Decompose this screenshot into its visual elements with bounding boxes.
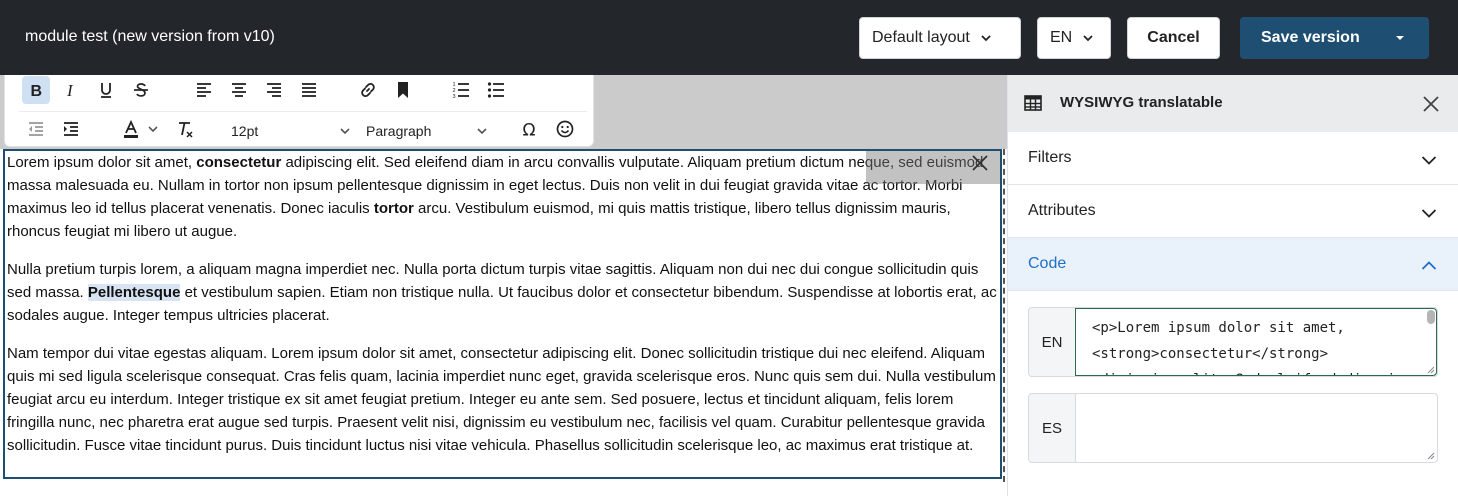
- special-character-button[interactable]: Ω: [516, 115, 544, 143]
- svg-text:I: I: [66, 81, 74, 100]
- paragraph-2: Nulla pretium turpis lorem, a aliquam ma…: [5, 258, 1000, 327]
- chevron-down-icon: [1083, 35, 1093, 42]
- textarea-scrollbar[interactable]: [1427, 310, 1435, 324]
- numbered-list-icon: 123: [453, 82, 469, 100]
- bullet-list-button[interactable]: [482, 76, 510, 104]
- table-icon: [1024, 95, 1042, 111]
- align-justify-icon: [302, 83, 316, 97]
- language-code: EN: [1041, 333, 1063, 351]
- block-format-value: Paragraph: [366, 123, 432, 139]
- chevron-up-icon: [1421, 261, 1437, 270]
- align-center-button[interactable]: [225, 76, 253, 104]
- chevron-down-icon: [148, 126, 158, 133]
- top-bar: module test (new version from v10) Defau…: [0, 0, 1458, 75]
- layout-select[interactable]: Default layout: [859, 17, 1021, 59]
- omega-icon: Ω: [523, 121, 536, 140]
- language-select-label: EN: [1050, 29, 1073, 46]
- font-size-select[interactable]: 12pt: [225, 117, 355, 145]
- chevron-down-icon: [1421, 209, 1437, 218]
- editor-toolbar: B I 123 12pt Paragraph Ω: [4, 75, 594, 147]
- numbered-list-button[interactable]: 123: [447, 76, 475, 104]
- outdent-icon: [29, 122, 43, 136]
- component-outline: [1003, 149, 1005, 482]
- text-color-button[interactable]: [117, 115, 145, 143]
- italic-button[interactable]: I: [57, 76, 85, 104]
- accordion-filters[interactable]: Filters: [1008, 132, 1458, 185]
- accordion-attributes[interactable]: Attributes: [1008, 185, 1458, 238]
- align-center-icon: [232, 83, 246, 97]
- text-run: Lorem ipsum dolor sit amet,: [7, 154, 197, 171]
- bullet-list-icon: [487, 82, 504, 98]
- close-icon[interactable]: [1421, 94, 1441, 114]
- save-version-button[interactable]: Save version: [1240, 17, 1429, 59]
- layout-select-label: Default layout: [872, 29, 970, 46]
- accordion-label: Attributes: [1028, 202, 1096, 219]
- align-left-icon: [197, 83, 211, 97]
- font-size-value: 12pt: [231, 123, 259, 139]
- bold-text: tortor: [373, 200, 414, 217]
- chevron-down-icon: [477, 128, 487, 135]
- underline-button[interactable]: [92, 76, 120, 104]
- chevron-down-icon: [340, 128, 350, 135]
- align-left-button[interactable]: [190, 76, 218, 104]
- panel-title: WYSIWYG translatable: [1060, 94, 1223, 111]
- language-select[interactable]: EN: [1037, 17, 1111, 59]
- caret-down-icon: [1396, 36, 1404, 40]
- code-textarea-es[interactable]: [1075, 394, 1437, 462]
- align-right-icon: [267, 83, 281, 97]
- paragraph-1: Lorem ipsum dolor sit amet, consectetur …: [5, 151, 1000, 243]
- cancel-button[interactable]: Cancel: [1127, 17, 1220, 59]
- svg-text:B: B: [31, 83, 43, 100]
- block-format-select[interactable]: Paragraph: [360, 117, 492, 145]
- outdent-button[interactable]: [22, 115, 50, 143]
- insert-link-button[interactable]: [354, 76, 382, 104]
- save-options-dropdown[interactable]: [1372, 34, 1428, 42]
- bold-button[interactable]: B: [22, 76, 50, 104]
- emoji-button[interactable]: [551, 115, 579, 143]
- bold-text: consectetur: [196, 154, 282, 171]
- svg-text:Ω: Ω: [523, 121, 536, 140]
- close-icon: [972, 155, 988, 171]
- properties-panel: WYSIWYG translatable Filters Attributes …: [1007, 75, 1458, 496]
- indent-icon: [64, 122, 78, 136]
- component-close-overlay[interactable]: [866, 151, 1000, 184]
- selected-bold-text: Pellentesque: [87, 284, 181, 301]
- align-right-button[interactable]: [260, 76, 288, 104]
- code-textarea-en[interactable]: <p>Lorem ipsum dolor sit amet, <strong>c…: [1075, 308, 1437, 376]
- paragraph-3: Nam tempor dui vitae egestas aliquam. Lo…: [7, 345, 996, 454]
- align-justify-button[interactable]: [295, 76, 323, 104]
- resize-handle-icon[interactable]: [1427, 366, 1435, 374]
- italic-icon: I: [66, 81, 74, 100]
- accordion-label: Code: [1028, 255, 1067, 272]
- svg-text:3: 3: [453, 94, 456, 100]
- bold-icon: B: [31, 83, 43, 100]
- indent-button[interactable]: [57, 115, 85, 143]
- chevron-down-icon: [1421, 156, 1437, 165]
- emoji-icon: [556, 120, 574, 138]
- strikethrough-icon: [134, 83, 148, 97]
- accordion-label: Filters: [1028, 149, 1072, 166]
- editor-canvas: B I 123 12pt Paragraph Ω Lorem ipsum dol…: [0, 75, 1007, 496]
- text-color-icon: [124, 119, 138, 138]
- toolbar-divider: [19, 111, 587, 112]
- code-field-en: EN <p>Lorem ipsum dolor sit amet, <stron…: [1028, 307, 1438, 377]
- clear-format-button[interactable]: [171, 115, 199, 143]
- link-icon: [361, 83, 375, 97]
- page-title: module test (new version from v10): [25, 28, 275, 45]
- language-code: ES: [1041, 419, 1062, 437]
- save-version-label: Save version: [1261, 29, 1360, 46]
- chevron-down-icon: [981, 35, 991, 42]
- panel-header: WYSIWYG translatable: [1008, 75, 1458, 132]
- bookmark-icon: [398, 82, 408, 98]
- resize-handle-icon[interactable]: [1427, 452, 1435, 460]
- underline-icon: [101, 83, 111, 98]
- bookmark-button[interactable]: [389, 76, 417, 104]
- code-field-es: ES: [1028, 393, 1438, 463]
- rich-text-editor[interactable]: Lorem ipsum dolor sit amet, consectetur …: [3, 149, 1002, 479]
- accordion-code[interactable]: Code: [1008, 238, 1458, 291]
- text-color-dropdown[interactable]: [145, 115, 161, 143]
- strikethrough-button[interactable]: [127, 76, 155, 104]
- clear-format-icon: [179, 122, 193, 138]
